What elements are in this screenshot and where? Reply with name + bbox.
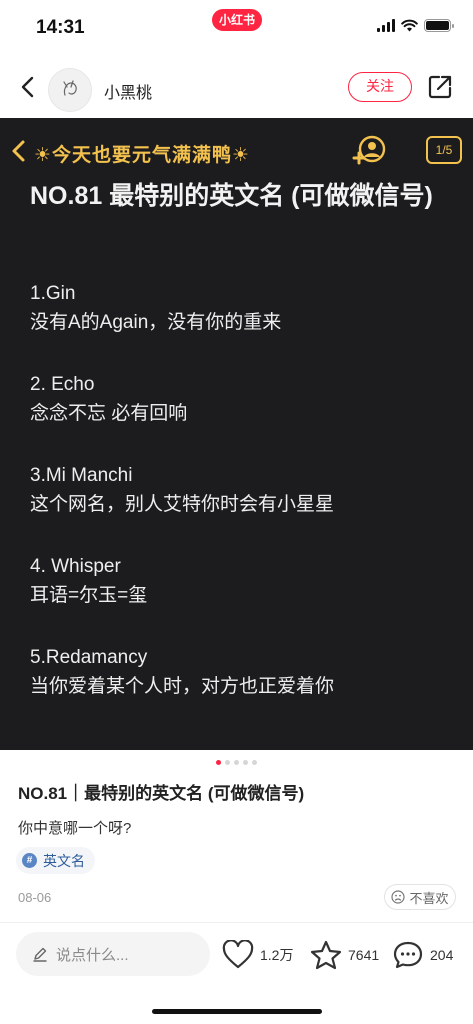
app-badge: 小红书: [212, 9, 262, 31]
post-date: 08-06: [18, 890, 52, 905]
note-item-chinese: 这个网名，别人艾特你时会有小星星: [30, 494, 335, 515]
avatar[interactable]: [48, 68, 92, 112]
collect-button[interactable]: 7641: [310, 938, 379, 972]
note-item-chinese: 没有A的Again，没有你的重来: [30, 312, 282, 333]
status-icons: [377, 19, 454, 32]
pencil-icon: [33, 947, 47, 962]
image-header: ☀今天也要元气满满鸭☀ 1/5: [0, 128, 473, 172]
comment-bubble-icon: [393, 941, 423, 969]
note-item-chinese: 念念不忘 必有回响: [30, 403, 188, 424]
carousel-indicator: [0, 760, 473, 768]
carousel-dot[interactable]: [234, 760, 239, 765]
note-item-english: 5.Redamancy: [30, 647, 148, 668]
note-item-english: 4. Whisper: [30, 556, 121, 577]
carousel-dot[interactable]: [225, 760, 230, 765]
note-item: 3.Mi Manchi 这个网名，别人艾特你时会有小星星: [30, 462, 450, 520]
heart-icon: [222, 940, 254, 969]
note-item: 1.Gin 没有A的Again，没有你的重来: [30, 280, 450, 338]
author-name[interactable]: 小黑桃: [104, 79, 152, 103]
note-item: 4. Whisper 耳语=尔玉=玺: [30, 553, 450, 611]
note-item-chinese: 当你爱着某个人时，对方也正爱着你: [30, 676, 335, 697]
avatar-sketch-icon: [63, 80, 77, 96]
post-title: NO.81｜最特别的英文名 (可做微信号): [18, 784, 305, 803]
note-item-english: 2. Echo: [30, 374, 95, 395]
note-item-chinese: 耳语=尔玉=玺: [30, 585, 148, 606]
like-button[interactable]: 1.2万: [222, 938, 293, 972]
image-pager: 1/5: [426, 136, 462, 164]
comment-button[interactable]: 204: [392, 938, 453, 972]
dislike-button[interactable]: 不喜欢: [384, 884, 456, 910]
note-item: 5.Redamancy 当你爱着某个人时，对方也正爱着你: [30, 644, 450, 702]
note-item-english: 3.Mi Manchi: [30, 465, 133, 486]
status-time: 14:31: [36, 17, 85, 38]
home-indicator: [152, 1009, 322, 1014]
cellular-signal-icon: [377, 19, 395, 32]
note-item-english: 1.Gin: [30, 283, 76, 304]
comment-placeholder: 说点什么...: [56, 946, 129, 964]
collect-count: 7641: [348, 947, 380, 963]
note-title: NO.81 最特别的英文名 (可做微信号): [30, 182, 433, 210]
hashtag-label: 英文名: [43, 852, 85, 869]
add-person-icon: [352, 135, 386, 165]
hashtag-chip[interactable]: # 英文名: [16, 847, 95, 874]
battery-icon: [424, 19, 454, 32]
star-icon: [310, 940, 342, 970]
divider: [0, 922, 473, 923]
comment-input[interactable]: 说点什么...: [16, 932, 210, 976]
note-item: 2. Echo 念念不忘 必有回响: [30, 371, 450, 429]
follow-button[interactable]: 关注: [348, 72, 412, 102]
carousel-dot[interactable]: [252, 760, 257, 765]
comment-count: 204: [430, 947, 454, 963]
like-count: 1.2万: [260, 947, 294, 963]
post-image[interactable]: ☀今天也要元气满满鸭☀ 1/5 NO.81 最特别的英文名 (可做微信号) 1.…: [0, 118, 473, 750]
nav-bar: 小黑桃 关注: [0, 58, 473, 116]
sad-face-icon: [391, 890, 406, 904]
carousel-dot-active[interactable]: [216, 760, 221, 765]
hashtag-icon: #: [22, 853, 37, 868]
status-bar: 14:31 小红书: [0, 0, 473, 54]
wifi-icon: [401, 19, 418, 32]
back-button[interactable]: [14, 72, 44, 102]
share-button[interactable]: [426, 73, 454, 101]
image-header-title: ☀今天也要元气满满鸭☀: [34, 145, 251, 166]
note-items: 1.Gin 没有A的Again，没有你的重来 2. Echo 念念不忘 必有回响…: [30, 280, 450, 735]
post-description: 你中意哪一个呀?: [18, 820, 132, 837]
carousel-dot[interactable]: [243, 760, 248, 765]
chevron-left-icon: [12, 140, 25, 162]
dislike-label: 不喜欢: [409, 890, 449, 906]
